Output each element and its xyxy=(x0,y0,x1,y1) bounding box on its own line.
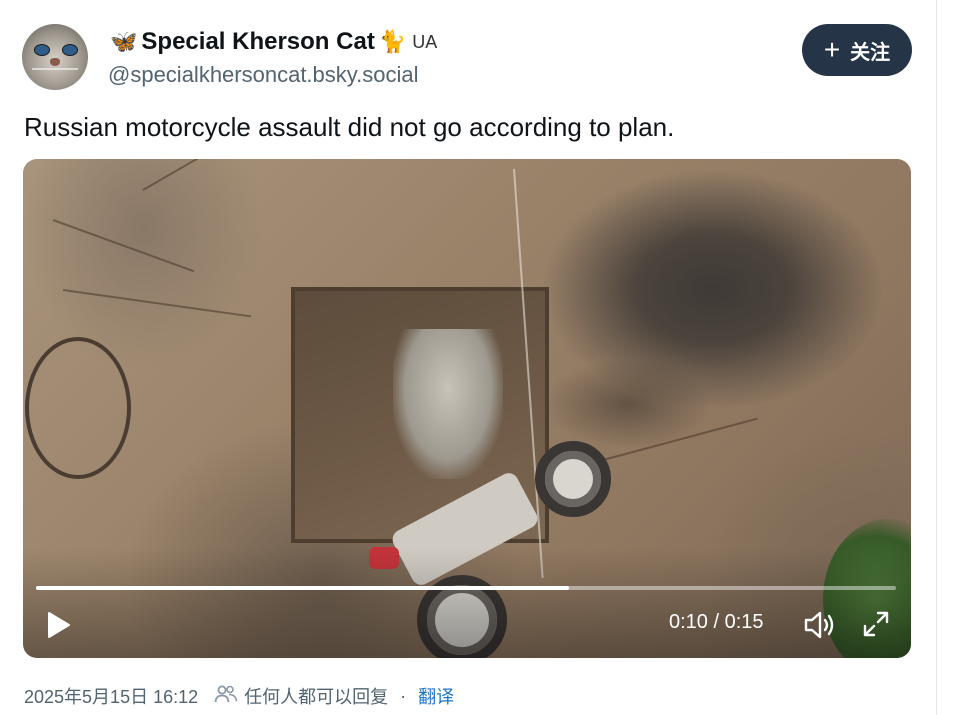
video-progress-bar[interactable] xyxy=(36,586,896,590)
video-player[interactable]: 0:10 / 0:15 xyxy=(23,159,911,658)
avatar-eye-right xyxy=(62,44,78,56)
fullscreen-icon xyxy=(863,611,889,637)
soldier-figure xyxy=(393,329,503,479)
post-header: 🦋 Special Kherson Cat 🐈 UA @specialkhers… xyxy=(22,22,912,94)
play-icon xyxy=(48,612,70,638)
cat-emoji-icon: 🐈 xyxy=(378,29,407,54)
people-icon xyxy=(214,684,238,709)
avatar-nose xyxy=(50,58,60,66)
avatar-eye-left xyxy=(34,44,50,56)
flag-code: UA xyxy=(412,31,438,52)
terrain-crack xyxy=(142,159,257,191)
explosion-debris xyxy=(543,359,713,449)
motorcycle-wheel xyxy=(535,441,611,517)
controls-shade xyxy=(23,548,911,658)
user-handle[interactable]: @specialkhersoncat.bsky.social xyxy=(108,62,419,88)
video-progress-fill xyxy=(36,586,570,590)
volume-icon xyxy=(804,611,834,639)
post-text: Russian motorcycle assault did not go ac… xyxy=(24,112,675,142)
play-button[interactable] xyxy=(43,609,75,641)
reply-scope: 任何人都可以回复 xyxy=(244,687,389,707)
avatar-whiskers xyxy=(32,68,78,70)
plus-icon: + xyxy=(823,34,841,65)
right-divider xyxy=(936,0,937,715)
translate-link[interactable]: 翻译 xyxy=(418,683,454,709)
meta-separator: · xyxy=(400,685,407,706)
post-meta: 2025年5月15日 16:12 任何人都可以回复 · 翻译 xyxy=(24,684,454,708)
terrain-crack xyxy=(62,289,252,318)
terrain-crack xyxy=(52,219,195,273)
fullscreen-button[interactable] xyxy=(861,609,893,641)
video-time: 0:10 / 0:15 xyxy=(669,611,764,633)
avatar[interactable] xyxy=(22,24,88,90)
name-row: 🦋 Special Kherson Cat 🐈 UA xyxy=(110,26,437,58)
post-timestamp[interactable]: 2025年5月15日 16:12 xyxy=(24,683,198,709)
follow-button[interactable]: + 关注 xyxy=(802,24,912,76)
follow-label: 关注 xyxy=(850,41,891,64)
display-name[interactable]: Special Kherson Cat xyxy=(141,28,374,56)
wire-ring xyxy=(25,337,131,479)
volume-button[interactable] xyxy=(803,609,837,641)
butterfly-emoji-icon: 🦋 xyxy=(110,29,138,54)
